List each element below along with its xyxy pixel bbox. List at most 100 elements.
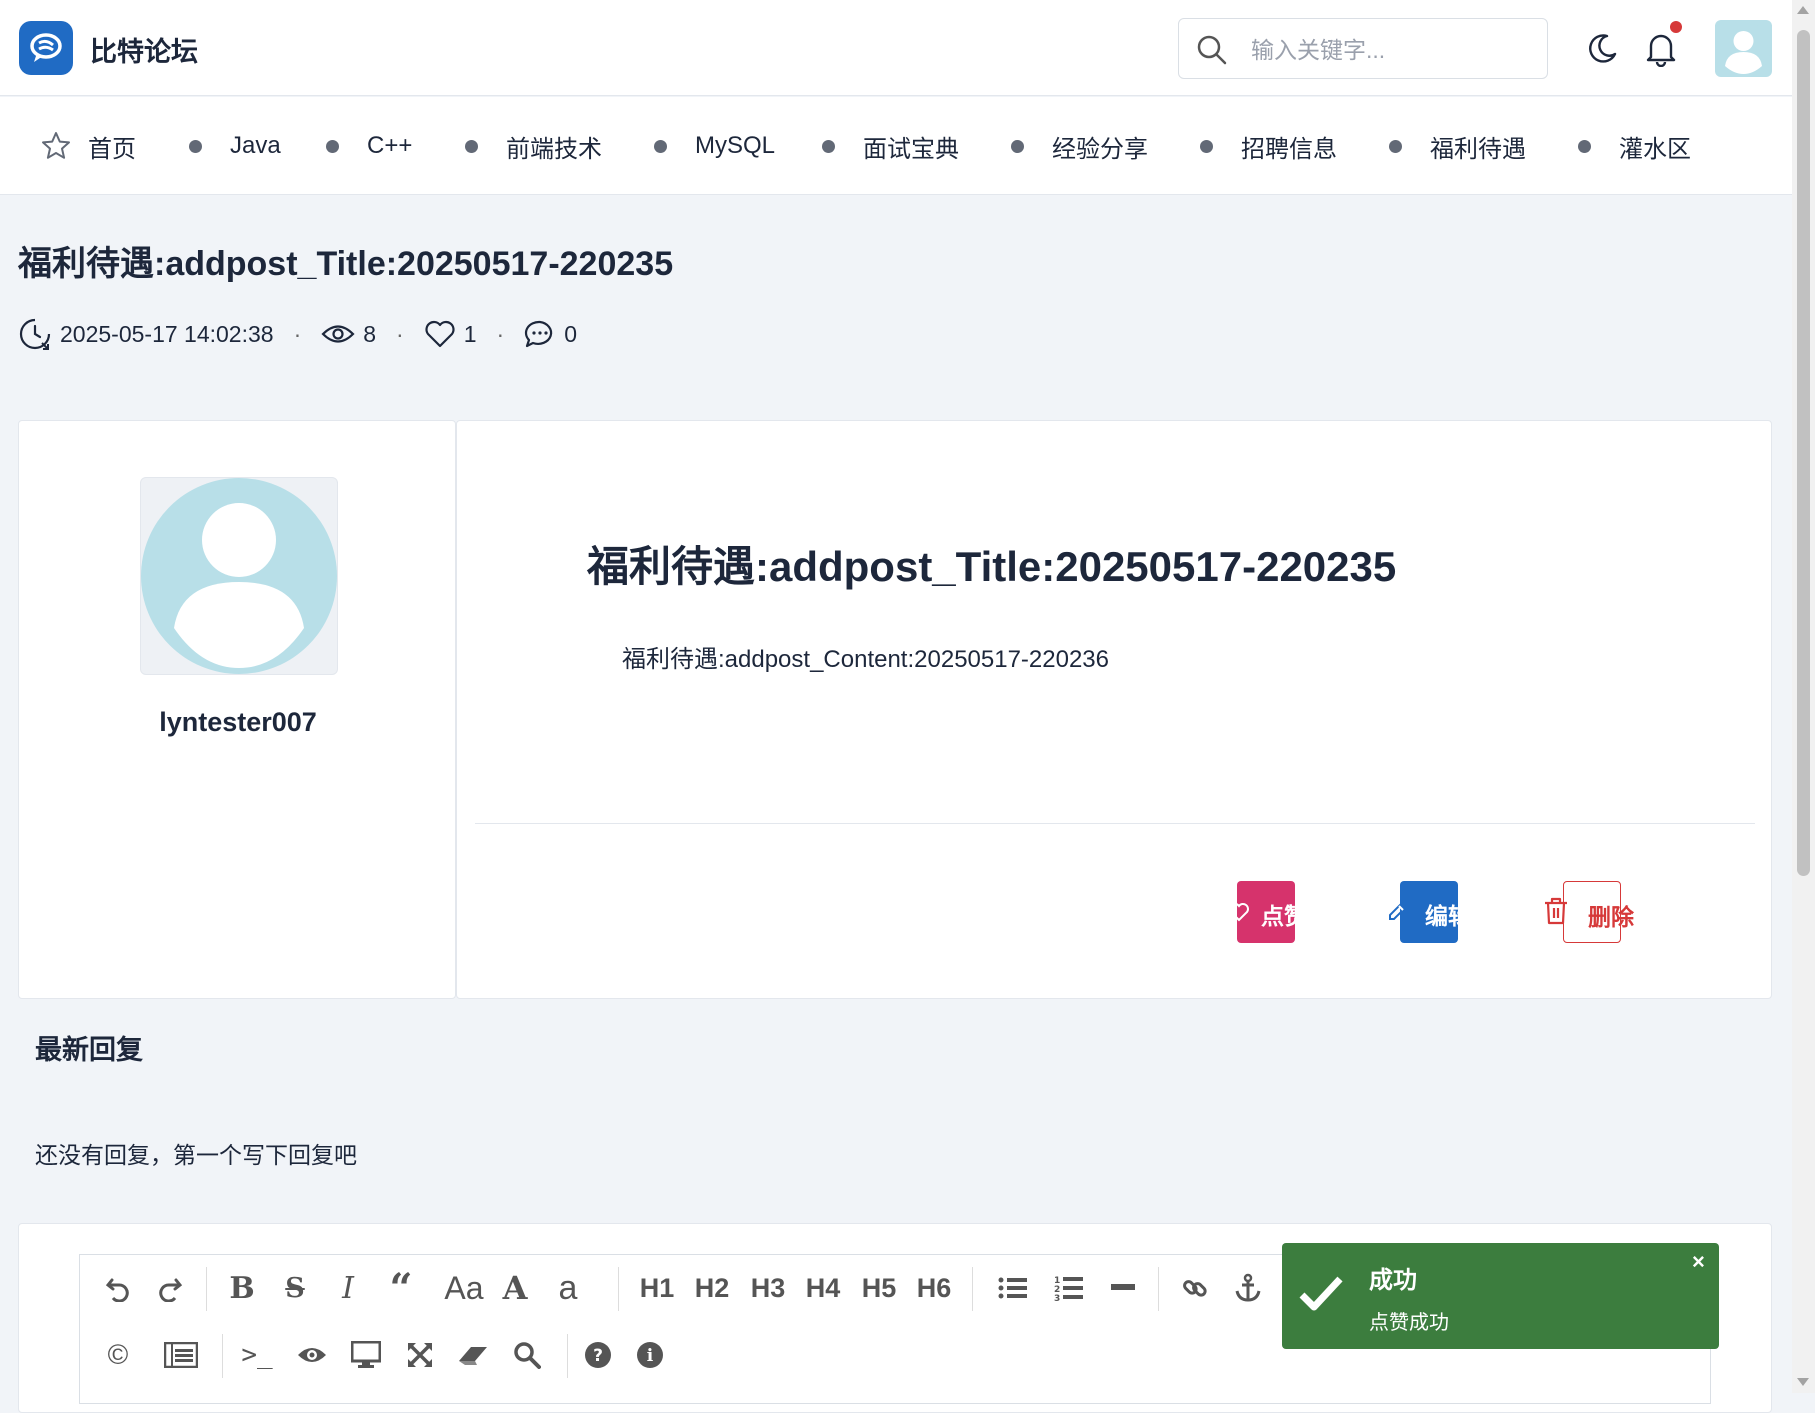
- edit-button[interactable]: 编辑: [1389, 881, 1471, 943]
- forum-logo[interactable]: [19, 21, 73, 75]
- nav-item-mysql[interactable]: MySQL: [654, 97, 775, 195]
- notification-bell-icon[interactable]: [1644, 31, 1678, 67]
- toolbar-separator: [206, 1267, 207, 1311]
- search-box[interactable]: [1178, 18, 1548, 79]
- nav-label: Java: [230, 132, 281, 159]
- scroll-up-arrow-icon[interactable]: [1797, 6, 1809, 14]
- logo-icon: [30, 33, 62, 62]
- italic-icon[interactable]: I: [326, 1255, 370, 1321]
- nav-label: 面试宝典: [863, 135, 959, 163]
- post-content-title: 福利待遇:addpost_Title:20250517-220235: [587, 543, 1397, 590]
- nav-label: 前端技术: [506, 135, 602, 163]
- nav-item-chat[interactable]: 灌水区: [1578, 97, 1691, 195]
- clock-icon: [19, 318, 51, 350]
- horizontal-rule-icon[interactable]: [1101, 1255, 1145, 1321]
- delete-button-label: 删除: [1588, 904, 1634, 930]
- nav-bullet: [1200, 139, 1213, 153]
- nav-label: 福利待遇: [1430, 135, 1526, 163]
- heart-icon: [1229, 903, 1249, 922]
- category-nav: 首页 Java C++ 前端技术 MySQL 面试宝典 经验分享 招聘信息 福利…: [0, 97, 1792, 195]
- nav-item-benefits[interactable]: 福利待遇: [1389, 97, 1526, 195]
- svg-text:3: 3: [1054, 1294, 1060, 1302]
- post-meta: 2025-05-17 14:02:38 · 8 · 1 · 0: [18, 314, 577, 354]
- comment-icon: [525, 320, 553, 348]
- brand-name[interactable]: 比特论坛: [90, 30, 198, 69]
- nav-label: 招聘信息: [1241, 135, 1337, 163]
- nav-item-interview[interactable]: 面试宝典: [822, 97, 959, 195]
- preview-icon[interactable]: [290, 1322, 334, 1388]
- ordered-list-icon[interactable]: 123: [1047, 1255, 1091, 1321]
- uppercase-icon[interactable]: Aa: [436, 1255, 492, 1321]
- delete-button[interactable]: 删除: [1545, 881, 1634, 943]
- h6-button[interactable]: H6: [912, 1255, 956, 1321]
- user-avatar[interactable]: [1715, 20, 1772, 77]
- scroll-down-arrow-icon[interactable]: [1797, 1378, 1809, 1386]
- bold-icon[interactable]: B: [220, 1255, 264, 1321]
- nav-item-java[interactable]: Java: [189, 97, 281, 195]
- like-count: 1: [463, 320, 477, 347]
- link-icon[interactable]: [1173, 1255, 1217, 1321]
- h5-button[interactable]: H5: [857, 1255, 901, 1321]
- author-avatar[interactable]: [140, 477, 338, 675]
- page-scrollbar[interactable]: [1792, 0, 1815, 1393]
- nav-bullet: [326, 139, 339, 153]
- copyright-icon[interactable]: ©: [96, 1322, 140, 1388]
- h4-button[interactable]: H4: [801, 1255, 845, 1321]
- toolbar-separator: [567, 1334, 568, 1378]
- user-avatar-icon: [1716, 21, 1771, 76]
- strikethrough-icon[interactable]: S: [273, 1255, 317, 1321]
- h2-button[interactable]: H2: [690, 1255, 734, 1321]
- search-icon[interactable]: [505, 1322, 549, 1388]
- nav-item-frontend[interactable]: 前端技术: [465, 97, 602, 195]
- desktop-icon[interactable]: [344, 1322, 388, 1388]
- redo-icon[interactable]: [148, 1255, 192, 1321]
- scrollbar-thumb[interactable]: [1797, 30, 1810, 876]
- like-button-label: 点赞: [1261, 903, 1307, 929]
- fullscreen-icon[interactable]: [398, 1322, 442, 1388]
- nav-item-jobs[interactable]: 招聘信息: [1200, 97, 1337, 195]
- nav-bullet: [465, 139, 478, 153]
- toast-title: 成功: [1369, 1267, 1417, 1294]
- nav-bullet: [1389, 139, 1402, 153]
- post-card: 福利待遇:addpost_Title:20250517-220235 福利待遇:…: [456, 420, 1772, 999]
- nav-bullet: [822, 139, 835, 153]
- nav-label: 灌水区: [1619, 135, 1691, 163]
- font-size-icon[interactable]: A: [493, 1255, 537, 1321]
- anchor-icon[interactable]: [1226, 1255, 1270, 1321]
- nav-label: 首页: [88, 135, 136, 163]
- toast-close-button[interactable]: ×: [1692, 1249, 1705, 1275]
- page-title: 福利待遇:addpost_Title:20250517-220235: [18, 245, 674, 283]
- h3-button[interactable]: H3: [746, 1255, 790, 1321]
- toolbar-separator: [1158, 1267, 1159, 1311]
- unordered-list-icon[interactable]: [991, 1255, 1035, 1321]
- post-content: 福利待遇:addpost_Content:20250517-220236: [622, 646, 1110, 673]
- nav-item-cpp[interactable]: C++: [326, 97, 412, 195]
- like-button[interactable]: 点赞: [1229, 881, 1307, 943]
- meta-separator: ·: [496, 320, 505, 347]
- nav-item-experience[interactable]: 经验分享: [1011, 97, 1148, 195]
- dark-mode-icon[interactable]: [1585, 32, 1619, 66]
- toolbar-separator: [618, 1267, 619, 1311]
- star-icon: [42, 132, 70, 159]
- nav-item-home[interactable]: 首页: [40, 97, 136, 195]
- nav-label: MySQL: [695, 132, 776, 159]
- quote-icon[interactable]: “: [379, 1255, 423, 1321]
- code-icon[interactable]: >_: [235, 1322, 279, 1388]
- toolbar-separator: [222, 1334, 223, 1378]
- replies-heading: 最新回复: [35, 1035, 143, 1065]
- eraser-icon[interactable]: [451, 1322, 495, 1388]
- top-header: 比特论坛: [0, 0, 1792, 96]
- help-icon[interactable]: ?: [576, 1322, 620, 1388]
- author-username[interactable]: lyntester007: [19, 707, 457, 738]
- search-input[interactable]: [1249, 31, 1533, 69]
- table-icon[interactable]: [159, 1322, 203, 1388]
- avatar-icon: [141, 478, 337, 674]
- h1-button[interactable]: H1: [635, 1255, 679, 1321]
- check-icon: [1299, 1276, 1343, 1311]
- nav-bullet: [654, 139, 667, 153]
- meta-separator: ·: [396, 320, 404, 347]
- svg-text:i: i: [647, 1346, 654, 1366]
- lowercase-icon[interactable]: a: [546, 1255, 590, 1321]
- info-icon[interactable]: i: [628, 1322, 672, 1388]
- undo-icon[interactable]: [96, 1255, 140, 1321]
